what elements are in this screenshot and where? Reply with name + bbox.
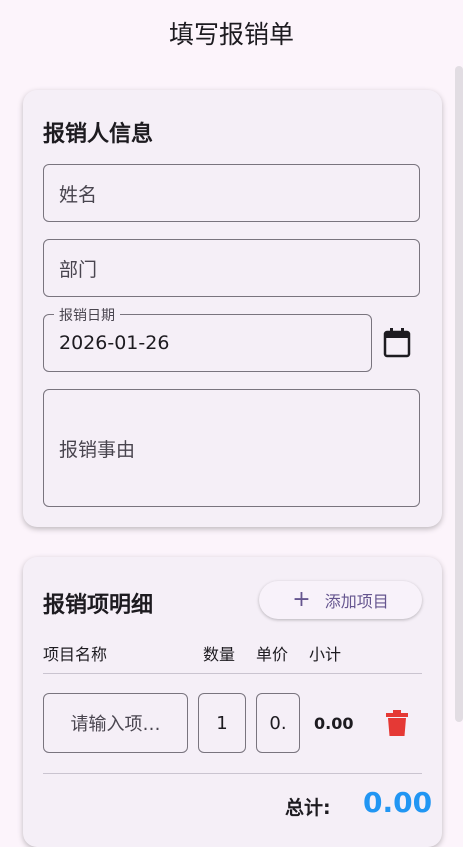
- date-input[interactable]: 报销日期 2026-01-26: [43, 305, 372, 372]
- total-label: 总计:: [285, 797, 331, 819]
- reason-placeholder: 报销事由: [59, 438, 136, 461]
- page-title: 填写报销单: [168, 20, 294, 49]
- quantity-value: 1: [216, 712, 228, 734]
- add-item-button[interactable]: + 添加项目: [259, 581, 422, 619]
- reason-input[interactable]: 报销事由: [43, 389, 420, 507]
- delete-icon[interactable]: [386, 710, 408, 736]
- name-input[interactable]: 姓名: [43, 164, 420, 222]
- column-header-subtotal: 小计: [309, 645, 342, 664]
- items-section-title: 报销项明细: [43, 593, 154, 618]
- item-name-placeholder: 请输入项…: [70, 714, 161, 735]
- price-value: 0.: [269, 712, 287, 734]
- item-name-input[interactable]: 请输入项…: [43, 693, 188, 753]
- total-value: 0.00: [363, 786, 433, 819]
- row-divider: [43, 773, 422, 774]
- date-label: 报销日期: [54, 305, 120, 325]
- applicant-info-card: 报销人信息 姓名 部门 报销日期 2026-01-26 报销事由: [23, 90, 442, 527]
- date-value: 2026-01-26: [59, 332, 170, 354]
- department-placeholder: 部门: [59, 258, 98, 281]
- plus-icon: +: [292, 587, 311, 612]
- header-divider: [43, 673, 422, 674]
- column-header-name: 项目名称: [43, 645, 108, 664]
- price-input[interactable]: 0.: [256, 693, 300, 753]
- column-header-price: 单价: [256, 645, 289, 664]
- quantity-input[interactable]: 1: [198, 693, 246, 753]
- column-header-quantity: 数量: [203, 645, 236, 664]
- calendar-icon[interactable]: [383, 328, 411, 358]
- expense-items-card: 报销项明细 + 添加项目 项目名称 数量 单价 小计 请输入项… 1 0. 0.…: [23, 557, 442, 847]
- app-bar: 填写报销单: [0, 0, 463, 66]
- name-placeholder: 姓名: [59, 183, 98, 206]
- add-item-label: 添加项目: [324, 592, 389, 611]
- scrollbar[interactable]: [455, 66, 463, 722]
- department-input[interactable]: 部门: [43, 239, 420, 297]
- applicant-section-title: 报销人信息: [43, 122, 154, 147]
- subtotal-value: 0.00: [314, 714, 354, 733]
